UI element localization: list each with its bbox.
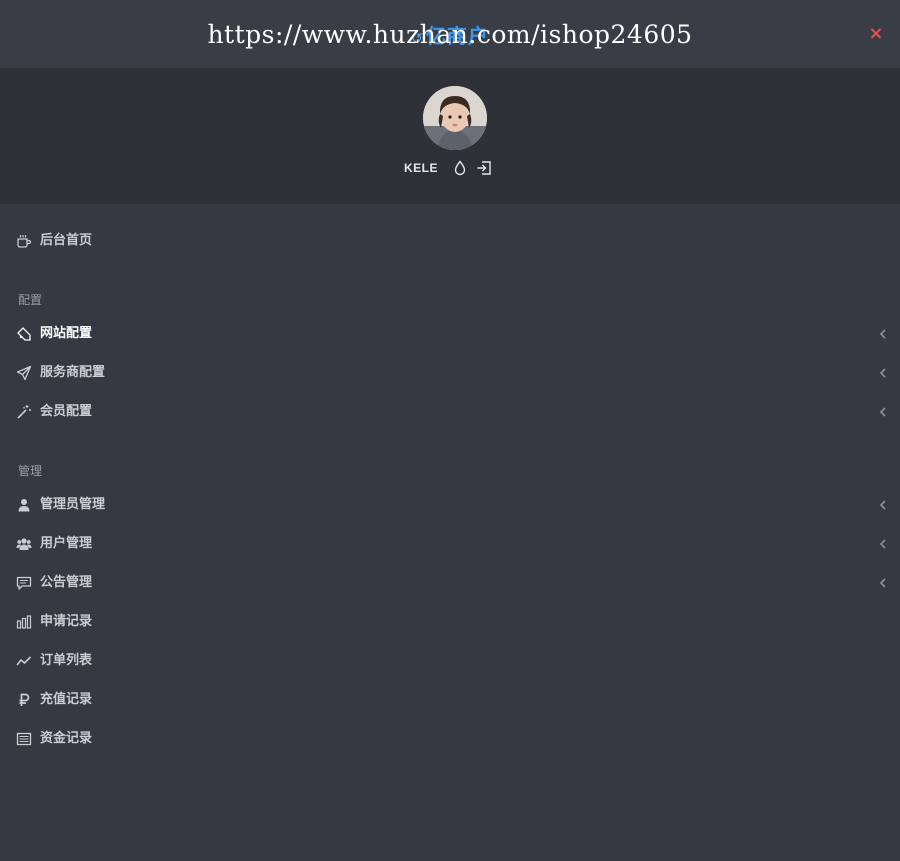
sidebar-item-order-list[interactable]: 订单列表 bbox=[0, 643, 900, 679]
chevron-left-icon bbox=[879, 578, 886, 588]
sidebar-item-member-config[interactable]: 会员配置 bbox=[0, 394, 900, 430]
sidebar-item-label: 申请记录 bbox=[40, 614, 93, 629]
sidebar-item-recharge-records[interactable]: 充值记录 bbox=[0, 682, 900, 718]
users-icon bbox=[16, 538, 32, 550]
avatar[interactable] bbox=[423, 86, 487, 150]
sidebar-item-label: 充值记录 bbox=[40, 692, 93, 707]
ruble-icon bbox=[19, 693, 30, 706]
chevron-left-icon bbox=[879, 407, 886, 417]
sidebar-item-fund-records[interactable]: 资金记录 bbox=[0, 721, 900, 757]
chevron-left-icon bbox=[879, 368, 886, 378]
sidebar-item-label: 服务商配置 bbox=[40, 365, 106, 380]
line-chart-icon bbox=[16, 656, 32, 666]
sidebar-item-notice-manage[interactable]: 公告管理 bbox=[0, 565, 900, 601]
sidebar-item-site-config[interactable]: 网站配置 bbox=[0, 316, 900, 352]
paper-plane-icon bbox=[16, 365, 32, 381]
close-button[interactable]: × bbox=[866, 22, 886, 46]
section-title-config: 配置 bbox=[18, 293, 43, 307]
user-profile-panel: KELE bbox=[0, 68, 900, 204]
comment-icon bbox=[16, 576, 32, 590]
bar-chart-icon bbox=[16, 615, 32, 629]
list-alt-icon bbox=[16, 732, 32, 746]
sidebar-item-admin-manage[interactable]: 管理员管理 bbox=[0, 487, 900, 523]
sidebar-item-provider-config[interactable]: 服务商配置 bbox=[0, 355, 900, 391]
section-title-manage: 管理 bbox=[18, 464, 43, 478]
top-bar: ↺ 亿商户 https://www.huzhan.com/ishop24605 × bbox=[0, 0, 900, 68]
sidebar-item-user-manage[interactable]: 用户管理 bbox=[0, 526, 900, 562]
sidebar-item-label: 网站配置 bbox=[40, 326, 93, 341]
brand-logo[interactable]: ↺ 亿商户 bbox=[0, 20, 900, 49]
sidebar-item-apply-records[interactable]: 申请记录 bbox=[0, 604, 900, 640]
brand-name: 亿商户 bbox=[425, 26, 489, 48]
chevron-left-icon bbox=[879, 329, 886, 339]
chevron-left-icon bbox=[879, 539, 886, 549]
chevron-left-icon bbox=[879, 500, 886, 510]
coffee-icon bbox=[17, 235, 32, 248]
user-row: KELE bbox=[0, 160, 900, 176]
sidebar-item-label: 用户管理 bbox=[40, 536, 93, 551]
sidebar-item-home[interactable]: 后台首页 bbox=[0, 223, 900, 259]
sidebar-item-label: 资金记录 bbox=[40, 731, 93, 746]
sidebar-item-label: 后台首页 bbox=[40, 233, 93, 248]
sidebar-item-label: 管理员管理 bbox=[40, 497, 106, 512]
magic-wand-icon bbox=[17, 405, 31, 419]
sidebar-item-label: 公告管理 bbox=[40, 575, 93, 590]
sidebar-item-label: 会员配置 bbox=[40, 404, 93, 419]
tag-icon bbox=[17, 327, 31, 341]
brand-mark-icon: ↺ bbox=[411, 30, 424, 46]
sidebar-item-label: 订单列表 bbox=[40, 653, 93, 668]
theme-drop-icon[interactable] bbox=[452, 160, 468, 176]
logout-icon[interactable] bbox=[476, 160, 492, 176]
user-icon bbox=[18, 499, 30, 512]
username: KELE bbox=[403, 161, 438, 175]
